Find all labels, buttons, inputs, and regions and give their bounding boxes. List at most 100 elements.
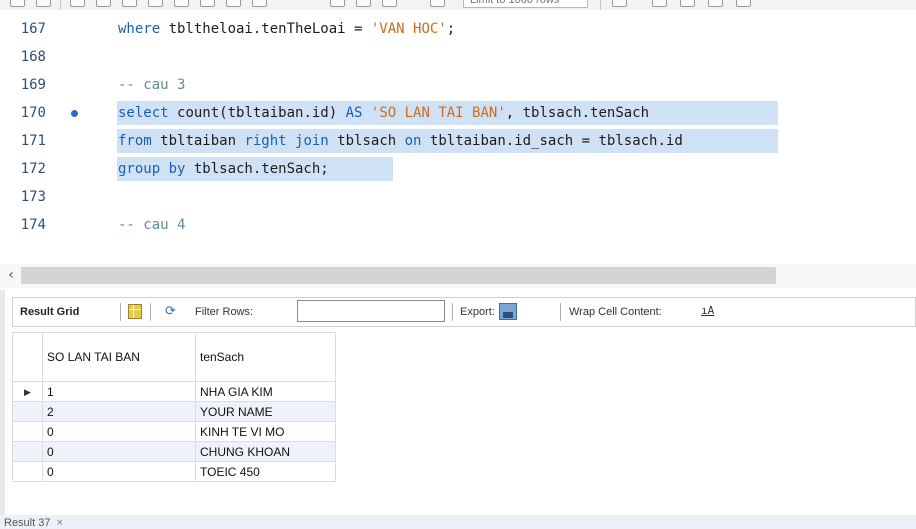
sql-keyword: right join [244,133,338,149]
open-file-icon[interactable] [10,0,25,7]
sql-string: 'VAN HOC' [370,21,447,37]
table-cell[interactable]: KINH TE VI MO [195,421,336,442]
beautify-query-icon[interactable] [652,0,667,7]
export-icon[interactable] [499,303,517,320]
panel-edge [0,290,5,515]
code-line[interactable]: 168 [0,43,916,71]
toolbar-separator [560,303,561,321]
sql-keyword: AS [345,105,371,121]
result-tab-label: Result 37 [4,517,51,529]
sql-text: count(tbltaiban.id) [177,105,346,121]
execute-icon[interactable] [70,0,85,7]
line-number: 174 [20,217,46,233]
table-row[interactable]: ▶ 1 NHA GIA KIM [12,381,336,402]
sql-keyword: where [118,21,169,37]
toolbar-separator [150,303,151,321]
autocommit-icon[interactable] [252,0,267,7]
row-header[interactable] [12,421,43,442]
toggle-output-icon[interactable] [430,0,445,7]
table-cell[interactable]: 0 [42,421,196,442]
table-row[interactable]: 0 CHUNG KHOAN [12,441,336,462]
wrap-cell-content-icon[interactable]: ıA [701,304,714,317]
filter-refresh-icon[interactable]: ⟳ [165,303,176,319]
search-icon[interactable] [680,0,695,7]
line-number: 173 [20,189,46,205]
beautify-icon[interactable] [330,0,345,7]
result-tabs-bar: Result 37 × [0,515,916,529]
table-cell[interactable]: 2 [42,401,196,422]
sql-string: 'SO LAN TAI BAN' [370,105,506,121]
scrollbar-thumb[interactable] [21,267,776,284]
filter-rows-input[interactable] [297,300,445,322]
table-cell[interactable]: CHUNG KHOAN [195,441,336,462]
sql-keyword: group by [118,161,194,177]
find-icon[interactable] [356,0,371,7]
code-line[interactable]: 170 select count(tbltaiban.id) AS 'SO LAN… [0,99,916,127]
close-icon[interactable]: × [56,517,62,529]
invisible-chars-icon[interactable] [382,0,397,7]
column-header[interactable]: SO LAN TAI BAN [42,332,196,382]
toggle-continue-icon[interactable] [174,0,189,7]
sql-text: tbltaiban.id_sach = tblsach.id [429,133,683,149]
line-number: 172 [20,161,46,177]
sql-text: tblsach.tenSach; [193,161,329,177]
code-line[interactable]: 172 group by tblsach.tenSach; [0,155,916,183]
rollback-icon[interactable] [226,0,241,7]
sql-text: tbltheloai.tenTheLoai = [168,21,371,37]
scroll-left-icon[interactable]: ‹ [4,268,18,282]
table-cell[interactable]: YOUR NAME [195,401,336,422]
query-toolbar: Limit to 1000 rows [0,0,916,10]
sql-comment: -- cau 4 [118,217,186,233]
result-grid-icon[interactable] [128,304,142,319]
result-header-row: SO LAN TAI BAN tenSach [12,332,336,382]
sql-text: tbltaiban [160,133,245,149]
sql-keyword: select [118,105,178,121]
result-toolbar: Result Grid ⟳ Filter Rows: Export: Wrap … [12,297,916,327]
sql-text: tblsach [337,133,405,149]
code-line[interactable]: 171 from tbltaiban right join tblsach on … [0,127,916,155]
execute-statement-icon[interactable] [96,0,111,7]
save-icon[interactable] [36,0,51,7]
wrap-cell-content-label: Wrap Cell Content: [569,306,662,318]
table-row[interactable]: 2 YOUR NAME [12,401,336,422]
horizontal-scrollbar[interactable]: ‹ [0,264,916,288]
current-row-arrow-icon[interactable]: ▶ [12,381,43,402]
line-number: 169 [20,77,46,93]
toolbar-separator [120,303,121,321]
code-line[interactable]: 174 -- cau 4 [0,211,916,239]
column-header[interactable]: tenSach [195,332,336,382]
line-number: 167 [20,21,46,37]
table-row[interactable]: 0 KINH TE VI MO [12,421,336,442]
row-header[interactable] [12,401,43,422]
toolbar-separator [452,303,453,321]
code-text: where tbltheloai.tenTheLoai = 'VAN HOC'; [118,21,455,37]
result-grid-tab[interactable]: Result Grid [20,306,79,318]
add-snippet-icon[interactable] [612,0,627,7]
explain-icon[interactable] [122,0,137,7]
stop-icon[interactable] [148,0,163,7]
code-line[interactable]: 169 -- cau 3 [0,71,916,99]
commit-icon[interactable] [200,0,215,7]
code-line[interactable]: 173 [0,183,916,211]
table-cell[interactable]: 0 [42,441,196,462]
code-line[interactable]: 167 where tbltheloai.tenTheLoai = 'VAN HO… [0,15,916,43]
filter-rows-label: Filter Rows: [195,306,254,318]
row-header[interactable] [12,441,43,462]
table-cell[interactable]: 1 [42,381,196,402]
sql-text: ; [446,21,456,37]
panel-icon[interactable] [736,0,751,7]
row-header[interactable] [12,461,43,482]
result-tab[interactable]: Result 37 × [4,517,63,529]
sql-editor[interactable]: 167 where tbltheloai.tenTheLoai = 'VAN HO… [0,10,916,264]
table-cell[interactable]: NHA GIA KIM [195,381,336,402]
line-number: 170 [20,105,46,121]
table-cell[interactable]: TOEIC 450 [195,461,336,482]
table-row[interactable]: 0 TOEIC 450 [12,461,336,482]
mysql-workbench-window: Limit to 1000 rows 167 where tbltheloai.t… [0,0,916,529]
wrap-lines-icon[interactable] [708,0,723,7]
result-grid: SO LAN TAI BAN tenSach ▶ 1 NHA GIA KIM 2 YOU… [12,332,336,482]
code-text: -- cau 3 [118,77,185,93]
limit-rows-select[interactable]: Limit to 1000 rows [463,0,588,8]
toolbar-separator [600,0,601,10]
table-cell[interactable]: 0 [42,461,196,482]
